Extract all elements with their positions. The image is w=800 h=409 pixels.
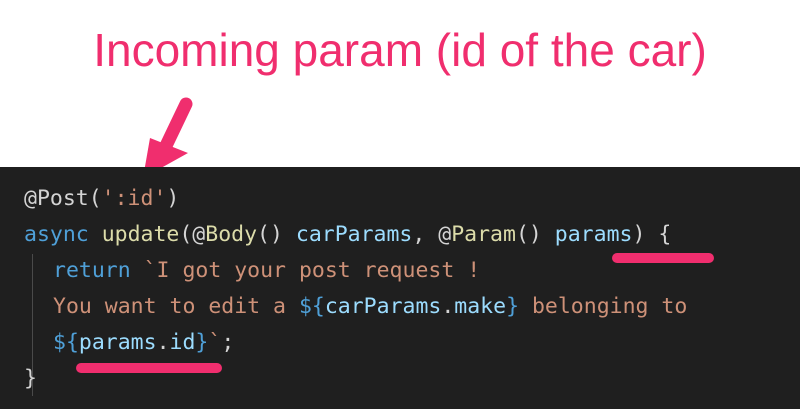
code-token: Param: [451, 222, 516, 247]
code-token: belonging to: [519, 294, 688, 319]
code-token: .: [156, 330, 170, 355]
code-token: , @: [412, 222, 452, 247]
code-token: `I got your post request !: [130, 258, 481, 283]
code-token: You want to edit a: [53, 294, 299, 319]
code-token: @Post(: [24, 186, 102, 211]
code-line: You want to edit a ${carParams.make} bel…: [24, 289, 687, 325]
code-token: ${: [298, 294, 325, 319]
code-token: (): [257, 222, 296, 247]
code-token: carParams: [324, 294, 442, 319]
code-token: carParams: [295, 222, 413, 247]
code-token: ':id': [101, 186, 167, 211]
code-token: ${: [53, 330, 79, 355]
code-token: Body: [205, 222, 258, 247]
code-token: `: [208, 330, 222, 355]
code-token: id: [169, 330, 196, 355]
code-token: }: [24, 366, 37, 391]
code-token: (@: [179, 222, 206, 247]
code-token: params: [554, 222, 633, 247]
code-token: ): [166, 186, 180, 211]
code-token: }: [506, 294, 520, 319]
code-line: ${params.id}`;: [24, 325, 687, 361]
params-underline-highlight: [612, 253, 714, 263]
code-token: .: [441, 294, 455, 319]
params-id-underline-highlight: [76, 363, 222, 373]
code-line: async update(@Body() carParams, @Param()…: [24, 217, 687, 253]
code-token: }: [195, 330, 209, 355]
code-token: params: [78, 330, 157, 355]
code-token: return: [53, 258, 131, 283]
code-token: make: [454, 294, 507, 319]
code-token: (): [515, 222, 555, 247]
code-line: @Post(':id'): [24, 181, 687, 217]
code-line: return `I got your post request !: [24, 253, 687, 289]
code-token: async: [24, 222, 89, 247]
annotation-title: Incoming param (id of the car): [93, 24, 707, 76]
code-token: ) {: [632, 222, 672, 247]
code-token: update: [101, 222, 180, 247]
code-token: ;: [221, 330, 235, 355]
